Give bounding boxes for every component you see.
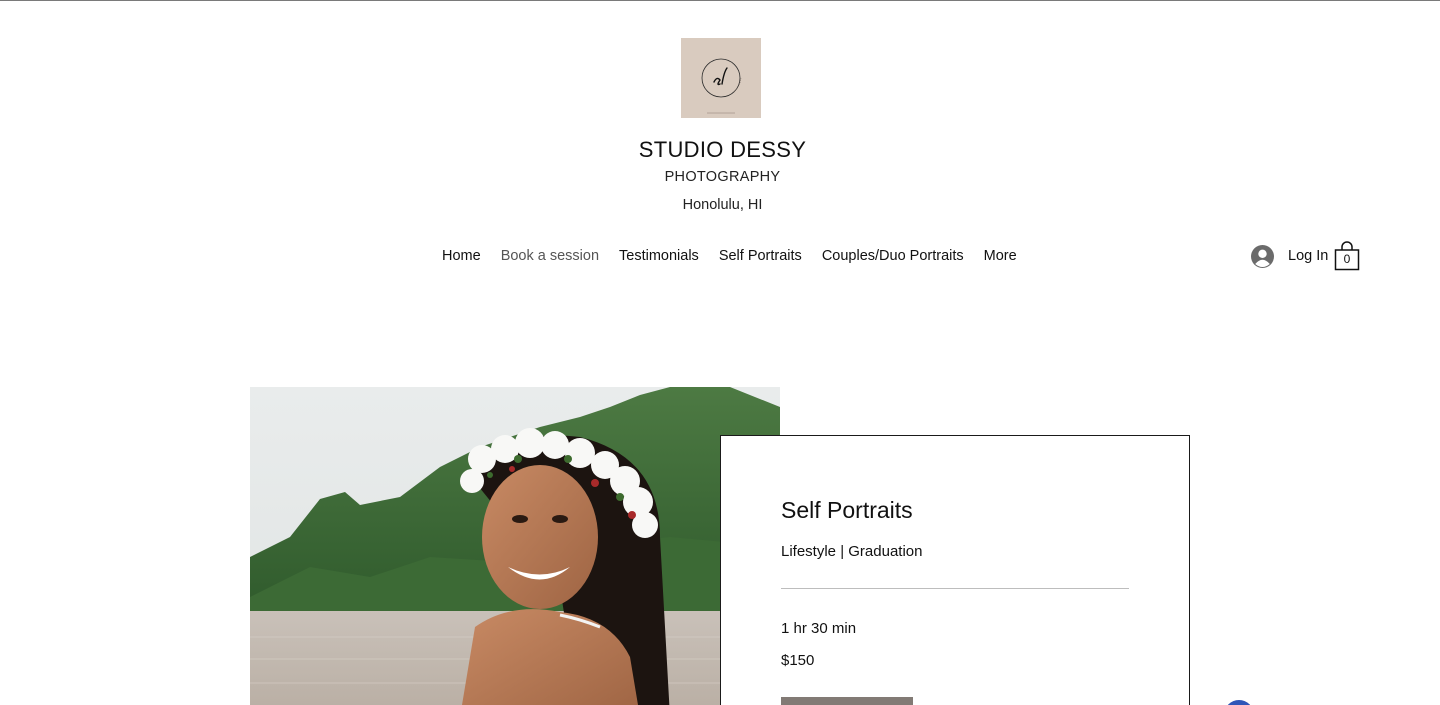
login-button[interactable]: Log In <box>1251 243 1328 269</box>
service-duration: 1 hr 30 min <box>781 620 857 637</box>
service-tagline: Lifestyle | Graduation <box>781 543 923 560</box>
portrait-photo <box>250 387 780 705</box>
nav-item-couples-duo-portraits[interactable]: Couples/Duo Portraits <box>812 246 974 266</box>
nav-item-self-portraits[interactable]: Self Portraits <box>709 246 812 266</box>
service-title: Self Portraits <box>781 497 913 523</box>
brand-title: STUDIO DESSY <box>638 137 807 162</box>
nav-item-home[interactable]: Home <box>432 246 491 266</box>
chat-bubble-icon[interactable] <box>1224 700 1254 705</box>
nav-item-book-a-session[interactable]: Book a session <box>491 246 609 266</box>
login-label: Log In <box>1288 248 1329 264</box>
cart-count: 0 <box>1343 252 1351 266</box>
brand-location: Honolulu, HI <box>682 197 763 213</box>
service-price: $150 <box>781 652 815 669</box>
cart-button[interactable]: 0 <box>1334 241 1360 271</box>
main-nav: Home Book a session Testimonials Self Po… <box>432 246 1027 266</box>
service-card: Self Portraits Lifestyle | Graduation 1 … <box>720 435 1190 705</box>
nav-item-testimonials[interactable]: Testimonials <box>609 246 709 266</box>
hero-photo <box>250 387 780 705</box>
studio-logo[interactable] <box>681 38 761 118</box>
nav-item-more[interactable]: More <box>974 246 1027 266</box>
brand-subtitle: PHOTOGRAPHY <box>664 169 781 185</box>
studio-dessy-monogram-logo <box>681 38 761 118</box>
user-avatar-icon <box>1251 244 1274 268</box>
card-divider <box>781 588 1129 589</box>
book-now-button[interactable] <box>781 697 913 705</box>
top-border <box>0 0 1440 1</box>
